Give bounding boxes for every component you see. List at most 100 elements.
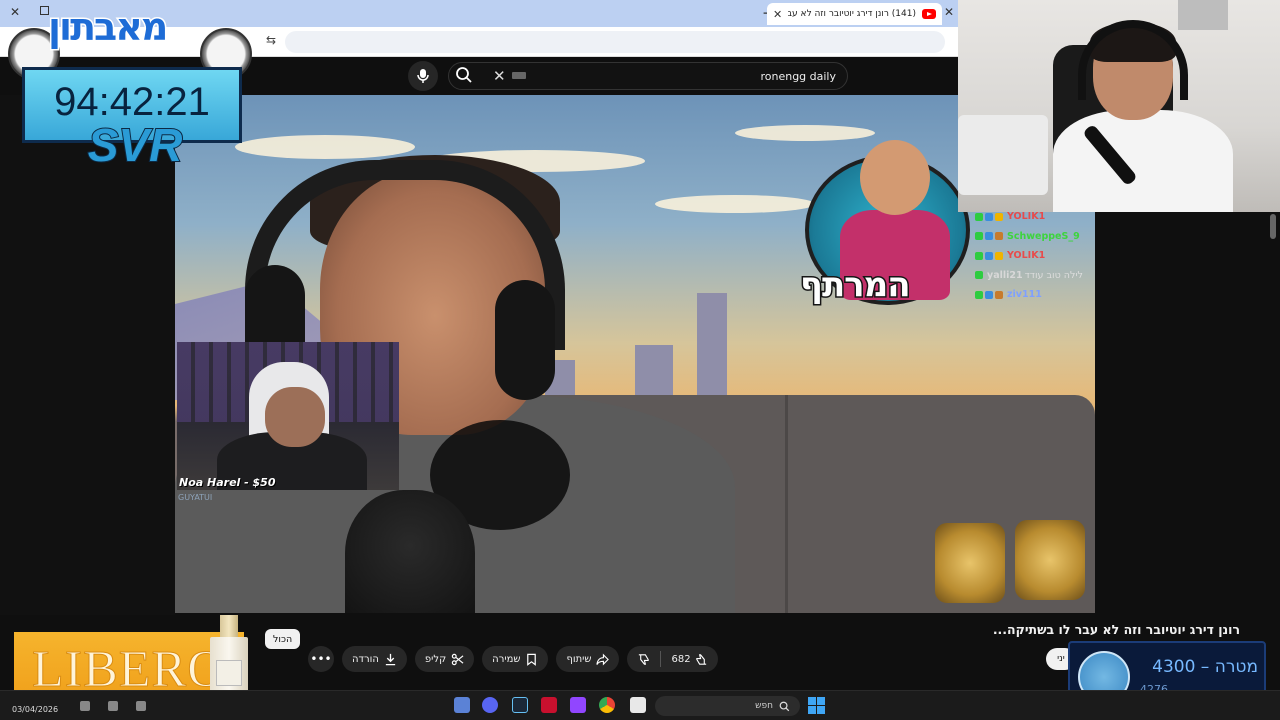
thumbs-up-icon — [695, 653, 706, 665]
chat-message: ziv111 — [975, 285, 1095, 305]
chat-badge-icon — [975, 271, 983, 280]
tab-close-button[interactable]: ✕ — [773, 8, 782, 21]
badge-figure-face — [860, 140, 930, 215]
timer-label: SVR — [87, 118, 184, 172]
taskbar-search-text: חפש — [755, 701, 773, 711]
save-button[interactable]: שמירה — [482, 646, 549, 672]
guest-camera — [177, 342, 399, 490]
bookmark-icon — [527, 653, 537, 666]
win-tile — [808, 706, 816, 714]
clip-label: קליפ — [424, 653, 447, 665]
address-field[interactable] — [285, 31, 945, 53]
couch-seam — [785, 395, 788, 613]
calculator-icon[interactable] — [454, 697, 470, 713]
goal-main: מטרה – 4300 — [1138, 657, 1258, 677]
goal-label: מטרה — [1214, 657, 1258, 677]
chip-all[interactable]: הכול — [265, 629, 301, 649]
video-actions: ••• הורדה קליפ שמירה שיתוף 682 — [308, 646, 718, 672]
taskbar-search[interactable]: חפש — [655, 696, 800, 716]
event-brand: מאבתון — [46, 4, 169, 51]
goal-target: 4300 — [1152, 657, 1196, 677]
share-label: שיתוף — [566, 653, 592, 665]
donation-label: Noa Harel - $50 — [179, 476, 276, 489]
taskbar-date: 03/04/2026 — [12, 705, 59, 714]
site-settings-icon[interactable]: ⇆ — [266, 33, 276, 47]
tray-icon[interactable] — [108, 701, 118, 711]
search-icon — [456, 67, 472, 83]
taskbar: 03/04/2026 חפש — [0, 690, 1280, 720]
scissors-icon — [451, 653, 464, 665]
download-label: הורדה — [352, 653, 379, 665]
chat-badge-icon — [985, 290, 993, 299]
chat-badge-icon — [975, 232, 983, 241]
video-title: רונן דירג יוטיובר וזה לא עבר לו בשתיקה..… — [992, 622, 1240, 637]
chat-overlay: YOLIK1 SchweppeS_9 YOLIK1 yalli21 לילה ט… — [975, 207, 1095, 305]
windows-start-icon[interactable] — [808, 697, 825, 714]
chat-text: לילה טוב עודד — [1024, 269, 1083, 281]
steam-icon[interactable] — [512, 697, 528, 713]
chat-badge-icon — [975, 290, 983, 299]
search-query: ronengg daily — [760, 70, 836, 83]
chat-message: SchweppeS_9 — [975, 227, 1095, 247]
chat-username: SchweppeS_9 — [1007, 230, 1080, 242]
chat-badge-icon — [995, 251, 1003, 260]
discord-icon[interactable] — [482, 697, 498, 713]
goal-dash: – — [1195, 657, 1210, 677]
chat-username: ziv111 — [1007, 289, 1042, 301]
win-tile — [817, 697, 825, 705]
chat-message: yalli21 לילה טוב עודד — [975, 266, 1095, 286]
download-icon — [385, 653, 396, 665]
faint-chat-username: GUYATUI — [178, 493, 213, 502]
chrome-icon[interactable] — [599, 697, 615, 713]
chat-badge-icon — [975, 212, 983, 221]
obs-icon[interactable] — [570, 697, 586, 713]
share-icon — [596, 653, 610, 665]
chat-username: YOLIK1 — [1007, 211, 1046, 223]
close-window-icon[interactable]: ✕ — [10, 5, 20, 19]
bottle-label — [216, 660, 242, 686]
close-icon[interactable]: ✕ — [944, 5, 954, 19]
cam-person-head — [265, 387, 325, 447]
screen: ✕ + (141) רונן דירג יוטיובר וזה לא עבר ל… — [0, 0, 1280, 720]
badge-text: המרתף — [799, 264, 913, 307]
chat-badge-icon — [995, 290, 1003, 299]
save-label: שמירה — [492, 653, 521, 665]
headphone-cup — [495, 280, 555, 400]
youtube-favicon-icon — [922, 9, 936, 19]
gold-cufflink — [1015, 520, 1085, 600]
webcam-wall-frame — [1178, 0, 1228, 30]
joystick-icon[interactable] — [541, 697, 557, 713]
search-button[interactable] — [455, 66, 473, 88]
file-explorer-icon[interactable] — [630, 697, 646, 713]
browser-tab-youtube[interactable]: (141) רונן דירג יוטיובר וזה לא עבר לו בש… — [767, 3, 942, 25]
like-button[interactable]: 682 — [661, 646, 717, 672]
webcam-bed — [958, 115, 1048, 195]
tray-icon[interactable] — [80, 701, 90, 711]
clip-button[interactable]: קליפ — [414, 646, 475, 672]
scrollbar[interactable] — [1270, 214, 1276, 239]
left-side-panel — [0, 95, 175, 615]
more-actions-button[interactable]: ••• — [308, 646, 334, 672]
download-button[interactable]: הורדה — [342, 646, 407, 672]
tray-icon[interactable] — [136, 701, 146, 711]
background-tower — [697, 293, 727, 405]
like-count: 682 — [671, 653, 691, 665]
browser-tab-title: (141) רונן דירג יוטיובר וזה לא עבר לו בש… — [788, 9, 916, 19]
streamer-microphone — [345, 490, 475, 613]
gold-cufflink — [935, 523, 1005, 603]
chat-username: yalli21 — [987, 269, 1023, 281]
voice-search-button[interactable] — [408, 61, 438, 91]
chat-badge-icon — [985, 232, 993, 241]
search-icon — [779, 701, 790, 711]
win-tile — [808, 697, 816, 705]
share-button[interactable]: שיתוף — [556, 646, 620, 672]
clear-search-icon[interactable]: ✕ — [493, 67, 506, 85]
chat-badge-icon — [985, 212, 993, 221]
keyboard-icon[interactable] — [512, 72, 526, 79]
dislike-button[interactable] — [627, 646, 660, 672]
streamer-webcam — [958, 0, 1280, 212]
cloud-shape — [735, 125, 875, 141]
cloud-shape — [235, 135, 415, 159]
chat-badge-icon — [975, 251, 983, 260]
chat-badge-icon — [995, 212, 1003, 221]
